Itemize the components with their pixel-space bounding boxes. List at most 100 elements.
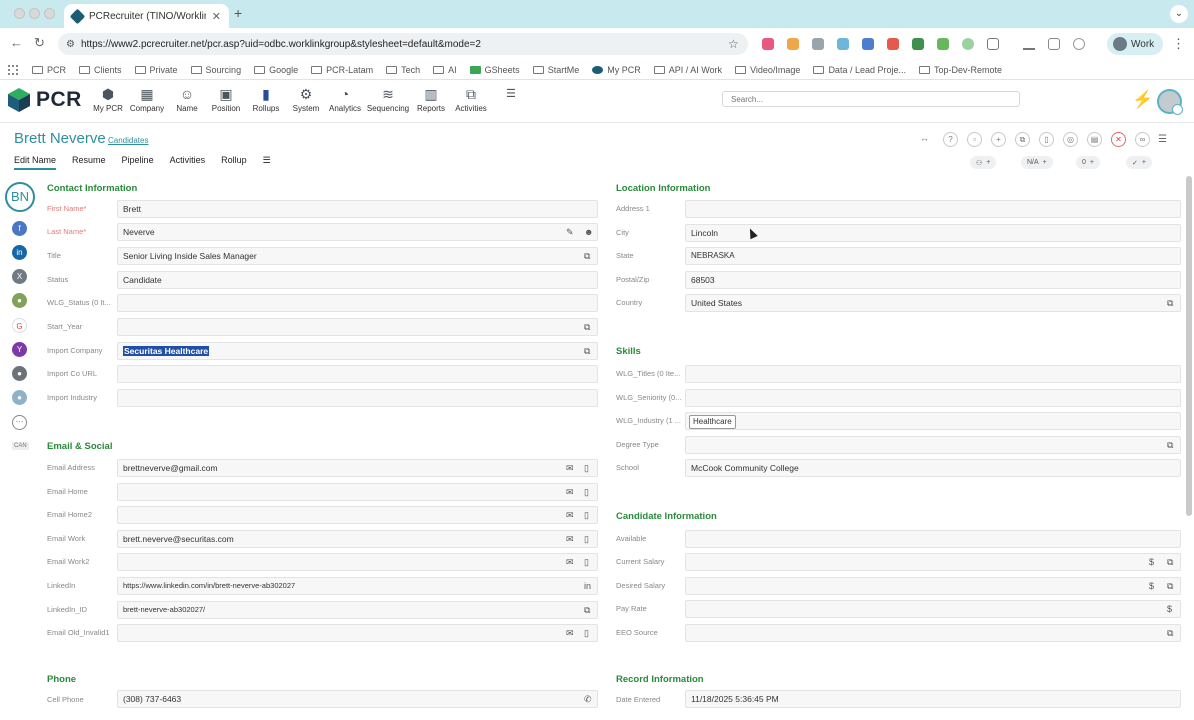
archive-icon[interactable]: ▤ xyxy=(1087,132,1102,147)
tab-search-chevron-icon[interactable]: ⌄ xyxy=(1170,5,1188,23)
email-home2-field[interactable]: ✉ ▯ xyxy=(117,506,598,524)
check-pill[interactable]: ✓ + xyxy=(1126,156,1152,169)
password-key-icon[interactable] xyxy=(1073,38,1085,50)
document-icon[interactable]: ▯ xyxy=(584,487,589,497)
social-icon[interactable]: ● xyxy=(12,390,27,405)
bookmark-item[interactable]: Google xyxy=(254,65,298,75)
open-external-icon[interactable]: ⧉ xyxy=(1167,298,1173,308)
bookmark-item[interactable]: AI xyxy=(433,65,457,75)
import-industry-field[interactable] xyxy=(117,389,598,407)
new-tab-icon[interactable]: + xyxy=(234,5,242,21)
email-work-field[interactable]: brett.neverve@securitas.com ✉ ▯ xyxy=(117,530,598,548)
expand-icon[interactable]: ↔ xyxy=(920,133,929,143)
back-icon[interactable]: ← xyxy=(10,35,23,50)
tab-rollup[interactable]: Rollup xyxy=(221,155,247,170)
browser-menu-icon[interactable]: ⋮ xyxy=(1172,36,1185,52)
extension-icon[interactable] xyxy=(812,38,824,50)
nav-analytics[interactable]: ◔ Analytics xyxy=(323,86,367,113)
bookmark-item[interactable]: PCR-Latam xyxy=(311,65,373,75)
document-icon[interactable]: ▯ xyxy=(1039,132,1054,147)
window-minimize-button[interactable] xyxy=(29,8,40,19)
facebook-icon[interactable]: f xyxy=(12,221,27,236)
document-icon[interactable]: ▯ xyxy=(584,463,589,473)
site-settings-icon[interactable]: ⚙ xyxy=(66,39,75,50)
start-year-field[interactable]: ⧉ xyxy=(117,318,598,336)
add-icon[interactable]: + xyxy=(991,132,1006,147)
nav-rollups[interactable]: ▮ Rollups xyxy=(244,86,288,113)
person-card-icon[interactable]: ☻ xyxy=(584,227,593,237)
help-icon[interactable]: ? xyxy=(943,132,958,147)
document-icon[interactable]: ▯ xyxy=(584,510,589,520)
tab-activities[interactable]: Activities xyxy=(170,155,206,170)
address1-field[interactable] xyxy=(685,200,1181,218)
save-icon[interactable]: ▫ xyxy=(967,132,982,147)
dollar-icon[interactable]: $ xyxy=(1149,557,1154,567)
bookmark-item[interactable]: API / AI Work xyxy=(653,65,722,75)
bookmark-item[interactable]: Top-Dev-Remote xyxy=(918,65,1002,75)
bookmark-item[interactable]: Tech xyxy=(386,65,420,75)
nav-company[interactable]: ▦ Company xyxy=(125,86,169,113)
mail-icon[interactable]: ✉ xyxy=(566,463,574,473)
bookmark-item[interactable]: GSheets xyxy=(469,65,520,75)
dollar-icon[interactable]: $ xyxy=(1149,581,1154,591)
degree-type-field[interactable]: ⧉ xyxy=(685,436,1181,454)
cell-phone-field[interactable]: (308) 737-6463 ✆ xyxy=(117,690,598,708)
user-avatar[interactable] xyxy=(1157,89,1183,115)
copy-icon[interactable]: ⧉ xyxy=(1015,132,1030,147)
record-avatar[interactable]: BN xyxy=(5,182,35,212)
current-salary-field[interactable]: $ ⧉ xyxy=(685,553,1181,571)
title-field[interactable]: Senior Living Inside Sales Manager ⧉ xyxy=(117,247,598,265)
open-external-icon[interactable]: ⧉ xyxy=(584,605,590,615)
menu-icon[interactable]: ☰ xyxy=(506,87,516,100)
tab-resume[interactable]: Resume xyxy=(72,155,106,170)
import-company-field[interactable]: Securitas Healthcare ⧉ xyxy=(117,342,598,360)
tab-edit-name[interactable]: Edit Name xyxy=(14,155,57,170)
document-icon[interactable]: ▯ xyxy=(584,628,589,638)
extension-icon[interactable] xyxy=(862,38,874,50)
browser-tab[interactable]: PCRecruiter (TINO/Worklink ✕ xyxy=(64,4,229,28)
wlg-titles-field[interactable] xyxy=(685,365,1181,383)
wlg-status-field[interactable] xyxy=(117,294,598,312)
eeo-source-field[interactable]: ⧉ xyxy=(685,624,1181,642)
phone-icon[interactable]: ✆ xyxy=(584,694,592,704)
bookmark-item[interactable]: Sourcing xyxy=(190,65,241,75)
open-external-icon[interactable]: ⧉ xyxy=(584,251,590,261)
postal-zip-field[interactable]: 68503 xyxy=(685,271,1181,289)
x-social-icon[interactable]: X xyxy=(12,269,27,284)
social-icon[interactable]: ● xyxy=(12,293,27,308)
nav-position[interactable]: ▣ Position xyxy=(204,86,248,113)
mail-icon[interactable]: ✉ xyxy=(566,534,574,544)
nav-activities[interactable]: ⧉ Activities xyxy=(449,86,493,113)
candidates-link[interactable]: Candidates xyxy=(108,136,148,145)
mail-icon[interactable]: ✉ xyxy=(566,510,574,520)
na-pill[interactable]: N/A + xyxy=(1021,156,1053,169)
open-external-icon[interactable]: ⧉ xyxy=(1167,440,1173,450)
edit-note-icon[interactable]: ✎ xyxy=(566,227,574,237)
target-icon[interactable]: ◎ xyxy=(1063,132,1078,147)
open-external-icon[interactable]: ⧉ xyxy=(1167,581,1173,591)
email-home-field[interactable]: ✉ ▯ xyxy=(117,483,598,501)
linkedin-icon[interactable]: in xyxy=(584,581,591,591)
school-field[interactable]: McCook Community College xyxy=(685,459,1181,477)
linkedin-id-field[interactable]: brett-neverve-ab302027/⧉ xyxy=(117,601,598,619)
more-social-icon[interactable]: ··· xyxy=(12,415,27,430)
extension-icon[interactable] xyxy=(837,38,849,50)
state-select[interactable]: NEBRASKA xyxy=(685,247,1181,265)
link-icon[interactable]: ∞ xyxy=(1135,132,1150,147)
import-co-url-field[interactable] xyxy=(117,365,598,383)
available-field[interactable] xyxy=(685,530,1181,548)
email-old-invalid-field[interactable]: ✉ ▯ xyxy=(117,624,598,642)
wlg-seniority-field[interactable] xyxy=(685,389,1181,407)
bookmark-item[interactable]: Private xyxy=(134,65,178,75)
nav-system[interactable]: ⚙ System xyxy=(284,86,328,113)
email-work2-field[interactable]: ✉ ▯ xyxy=(117,553,598,571)
bookmark-item[interactable]: StartMe xyxy=(532,65,579,75)
city-field[interactable]: Lincoln xyxy=(685,224,1181,242)
bookmark-item[interactable]: Video/Image xyxy=(735,65,800,75)
dollar-icon[interactable]: $ xyxy=(1167,604,1172,614)
document-icon[interactable]: ▯ xyxy=(584,534,589,544)
extension-icon[interactable] xyxy=(962,38,974,50)
page-scrollbar[interactable] xyxy=(1186,176,1192,516)
extension-icon[interactable] xyxy=(887,38,899,50)
open-external-icon[interactable]: ⧉ xyxy=(584,346,590,356)
